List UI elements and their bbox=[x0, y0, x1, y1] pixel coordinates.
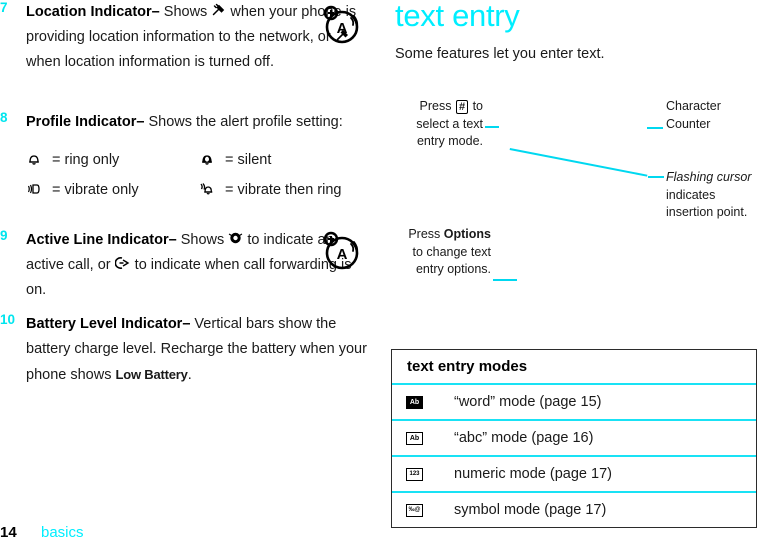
active-line-indicator-badge: A bbox=[320, 229, 366, 273]
page-title: text entry bbox=[395, 0, 520, 33]
hash-key-icon: # bbox=[455, 100, 469, 114]
vibrate-icon bbox=[26, 181, 52, 200]
page-footer: 14 basics bbox=[0, 524, 380, 548]
table-row: Ab “word” mode (page 15) bbox=[392, 383, 756, 419]
legend-cell-vibrate-only: = vibrate only bbox=[26, 181, 199, 200]
item-text-3: when location information is turned off. bbox=[26, 54, 274, 70]
vibrate-then-ring-icon bbox=[199, 181, 225, 200]
right-column: text entry Some features let you enter t… bbox=[390, 0, 758, 547]
call-forward-icon bbox=[114, 256, 131, 273]
leader-line-cursor-right bbox=[648, 176, 664, 178]
low-battery-emphasis: Low Battery bbox=[115, 367, 188, 382]
table-row-label: numeric mode (page 17) bbox=[454, 466, 612, 482]
leader-line-counter bbox=[647, 127, 663, 129]
item-text-1: Shows bbox=[159, 4, 212, 20]
table-row-label: “word” mode (page 15) bbox=[454, 394, 602, 410]
callout-strong: Options bbox=[443, 227, 491, 241]
left-column: 7 Location Indicator– Shows when your ph… bbox=[0, 0, 380, 541]
item-title: Active Line Indicator bbox=[26, 232, 169, 248]
table-header: text entry modes bbox=[407, 358, 528, 375]
legend-cell-vibrate-then-ring: = vibrate then ring bbox=[199, 181, 372, 200]
table-row-icon-cell: Ab bbox=[392, 431, 454, 445]
item-body: Profile Indicator– Shows the alert profi… bbox=[26, 110, 372, 135]
item-title: Profile Indicator bbox=[26, 114, 137, 130]
table-row-label: symbol mode (page 17) bbox=[454, 502, 607, 518]
callout-character-counter: Character Counter bbox=[666, 99, 721, 131]
item-number: 7 bbox=[0, 0, 8, 15]
table-row: ‰@ symbol mode (page 17) bbox=[392, 491, 756, 527]
callout-text-entry-mode: Press # to select a text entry mode. bbox=[395, 98, 483, 151]
item-body: Location Indicator– Shows when your phon… bbox=[26, 0, 366, 75]
callout-italic: Flashing cursor bbox=[666, 170, 752, 184]
location-indicator-badge: A bbox=[320, 3, 366, 47]
table-row-label: “abc” mode (page 16) bbox=[454, 430, 594, 446]
legend-label: = vibrate then ring bbox=[225, 182, 342, 198]
bell-icon bbox=[26, 151, 52, 170]
table-row: Ab “abc” mode (page 16) bbox=[392, 419, 756, 455]
table-row: 123 numeric mode (page 17) bbox=[392, 455, 756, 491]
item-text-2: . bbox=[187, 367, 192, 383]
leader-line-mode bbox=[485, 126, 499, 128]
legend-row: = vibrate only = vibrate then ring bbox=[26, 175, 372, 205]
item-number: 8 bbox=[0, 110, 8, 125]
item-body: Active Line Indicator– Shows to indicate… bbox=[26, 228, 366, 303]
abc-mode-icon: Ab bbox=[406, 431, 423, 445]
svg-text:A: A bbox=[337, 20, 348, 37]
profile-indicator-legend: = ring only = silent = vibrate only = vi… bbox=[26, 145, 372, 205]
table-row-icon-cell: 123 bbox=[392, 467, 454, 481]
numeric-mode-icon: 123 bbox=[406, 467, 423, 481]
leader-line-cursor-diagonal bbox=[509, 148, 648, 177]
item-body: Battery Level Indicator– Vertical bars s… bbox=[26, 312, 372, 388]
legend-label: = ring only bbox=[52, 152, 120, 168]
item-text-1: Shows the alert profile setting: bbox=[144, 114, 343, 130]
bell-silent-icon bbox=[199, 151, 225, 170]
item-number: 10 bbox=[0, 312, 16, 327]
legend-label: = silent bbox=[225, 152, 272, 168]
manual-page: 7 Location Indicator– Shows when your ph… bbox=[0, 0, 758, 547]
callout-post: to change text entry options. bbox=[412, 244, 491, 277]
legend-cell-silent: = silent bbox=[199, 151, 372, 170]
legend-cell-ring-only: = ring only bbox=[26, 151, 199, 170]
item-number: 9 bbox=[0, 228, 8, 243]
word-mode-icon: Ab bbox=[406, 395, 423, 409]
callout-pre: Press bbox=[419, 99, 455, 113]
location-on-icon bbox=[211, 3, 226, 20]
item-dash: – bbox=[168, 232, 177, 248]
item-title: Location Indicator bbox=[26, 4, 152, 20]
section-name: basics bbox=[41, 524, 84, 541]
callout-rest: indicates insertion point. bbox=[666, 187, 748, 220]
legend-row: = ring only = silent bbox=[26, 145, 372, 175]
active-call-icon bbox=[228, 231, 243, 248]
text-entry-modes-table: text entry modes Ab “word” mode (page 15… bbox=[391, 349, 757, 528]
intro-text: Some features let you enter text. bbox=[395, 46, 605, 62]
svg-text:A: A bbox=[337, 246, 348, 263]
item-title: Battery Level Indicator bbox=[26, 316, 183, 332]
callout-flashing-cursor: Flashing cursor indicates insertion poin… bbox=[666, 169, 758, 222]
legend-label: = vibrate only bbox=[52, 182, 139, 198]
symbol-mode-icon: ‰@ bbox=[406, 503, 423, 517]
page-number: 14 bbox=[0, 524, 17, 541]
leader-line-options bbox=[493, 279, 517, 281]
callout-pre: Press bbox=[408, 227, 444, 241]
callout-options-key: Press Options to change text entry optio… bbox=[395, 226, 491, 279]
table-row-icon-cell: Ab bbox=[392, 395, 454, 409]
item-dash: – bbox=[151, 4, 160, 20]
table-row-icon-cell: ‰@ bbox=[392, 503, 454, 517]
item-text-1: Shows bbox=[176, 232, 229, 248]
